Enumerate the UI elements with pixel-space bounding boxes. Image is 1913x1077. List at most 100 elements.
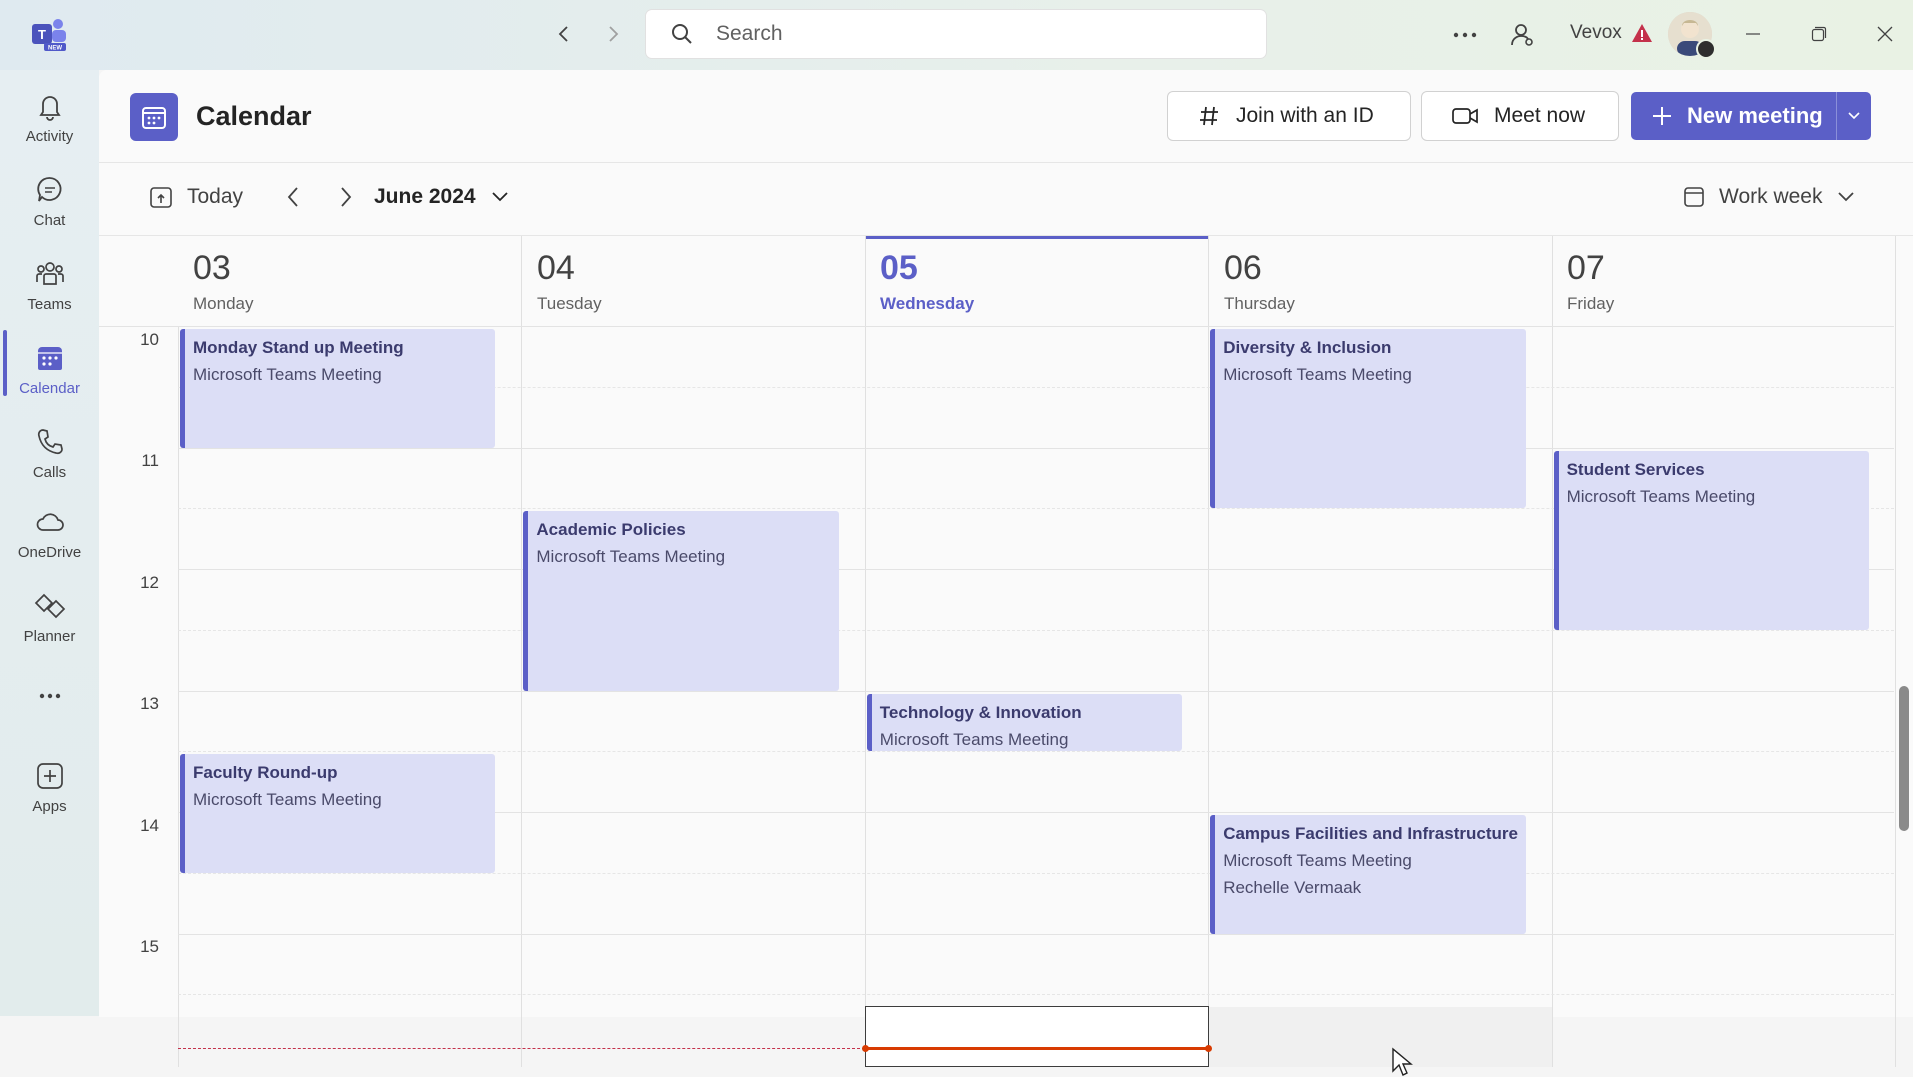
selected-slot[interactable] — [865, 1006, 1209, 1067]
day-header[interactable]: 06 Thursday — [1209, 236, 1552, 326]
search-input[interactable] — [714, 21, 1238, 47]
calendar-event[interactable]: Campus Facilities and Infrastructure Micr… — [1210, 815, 1526, 934]
calendar-event[interactable]: Student Services Microsoft Teams Meeting — [1553, 450, 1869, 630]
previous-week-button[interactable] — [283, 185, 305, 209]
calendar-event[interactable]: Faculty Round-up Microsoft Teams Meeting — [180, 754, 496, 873]
chevron-down-icon — [491, 192, 508, 202]
search-box[interactable] — [646, 10, 1266, 58]
people-icon — [1511, 24, 1533, 46]
day-header-today[interactable]: 05 Wednesday — [865, 236, 1208, 326]
past-time-shade — [1209, 1007, 1552, 1067]
hour-gridline — [99, 326, 1894, 327]
chevron-down-icon — [1848, 112, 1860, 120]
rail-label: Activity — [25, 128, 74, 145]
event-title: Diversity & Inclusion — [1223, 338, 1392, 357]
meet-now-label: Meet now — [1494, 104, 1586, 127]
bell-icon — [38, 96, 61, 121]
day-number: 03 — [193, 249, 231, 287]
calendar-event[interactable]: Technology & Innovation Microsoft Teams M… — [866, 693, 1183, 752]
rail-item-chat[interactable]: Chat — [0, 164, 99, 244]
rail-label: Calls — [32, 464, 67, 481]
meet-now-button[interactable]: Meet now — [1422, 92, 1618, 140]
day-number: 05 — [880, 249, 918, 287]
join-with-id-button[interactable]: Join with an ID — [1168, 92, 1410, 140]
day-number: 06 — [1224, 249, 1262, 287]
calendar-event[interactable]: Monday Stand up Meeting Microsoft Teams M… — [180, 329, 496, 448]
event-detail: Microsoft Teams Meeting — [193, 790, 382, 810]
current-time-line-today — [865, 1047, 1209, 1050]
column-divider — [1551, 236, 1553, 1067]
calendar-grid: 03 Monday 04 Tuesday 05 Wednesday 06 Thu… — [99, 235, 1913, 1076]
event-detail: Microsoft Teams Meeting — [1223, 851, 1412, 870]
more-options-button[interactable] — [1448, 18, 1482, 52]
plus-icon — [1653, 107, 1671, 125]
view-switcher[interactable]: Work week — [1683, 185, 1856, 209]
event-detail: Rechelle Vermaak — [1223, 878, 1362, 897]
event-title: Academic Policies — [536, 520, 686, 540]
org-name[interactable]: Vevox — [1570, 22, 1622, 44]
rail-label: OneDrive — [17, 544, 82, 561]
column-divider — [864, 236, 866, 1067]
join-with-id-label: Join with an ID — [1236, 104, 1374, 127]
new-meeting-button[interactable]: New meeting — [1631, 92, 1836, 140]
calendar-icon — [37, 347, 62, 370]
next-week-button[interactable] — [334, 185, 356, 209]
warning-icon[interactable] — [1631, 22, 1653, 44]
minimize-icon — [1746, 33, 1760, 35]
rail-label: Chat — [33, 212, 66, 229]
close-icon — [1877, 26, 1893, 42]
svg-text:T: T — [38, 27, 46, 42]
hour-label: 15 — [140, 937, 159, 956]
rail-item-onedrive[interactable]: OneDrive — [0, 496, 99, 576]
scrollbar-thumb[interactable] — [1899, 686, 1909, 831]
hour-label: 14 — [140, 816, 159, 835]
rail-item-apps[interactable]: Apps — [0, 750, 99, 830]
rail-item-calls[interactable]: Calls — [0, 416, 99, 496]
event-title: Campus Facilities and Infrastructure — [1223, 824, 1518, 843]
phone-icon — [37, 429, 63, 455]
month-picker[interactable]: June 2024 — [374, 185, 510, 209]
mouse-cursor-icon — [1392, 1047, 1413, 1076]
calendar-event[interactable]: Diversity & Inclusion Microsoft Teams Mee… — [1210, 329, 1526, 509]
calendar-header: Calendar Join with an ID Meet now New me… — [99, 70, 1913, 163]
rail-item-calendar[interactable]: Calendar — [0, 332, 99, 412]
chevron-left-icon — [287, 187, 298, 207]
teams-logo-icon[interactable]: T NEW — [30, 16, 70, 52]
view-label: Work week — [1719, 185, 1823, 208]
event-title: Faculty Round-up — [193, 763, 338, 783]
calendar-toolbar: Today June 2024 Work week — [99, 163, 1913, 235]
rail-item-more[interactable] — [0, 670, 99, 720]
minimize-button[interactable] — [1730, 14, 1776, 54]
rail-item-planner[interactable]: Planner — [0, 580, 99, 660]
restore-icon — [1811, 26, 1827, 42]
rail-item-activity[interactable]: Activity — [0, 80, 99, 160]
back-icon — [558, 26, 568, 42]
rail-label: Calendar — [19, 380, 80, 397]
half-hour-gridline — [178, 994, 1894, 996]
add-app-icon — [36, 763, 63, 789]
today-indicator — [865, 236, 1208, 239]
current-time-line — [178, 1048, 865, 1049]
app-rail: Activity Chat Teams Calendar Calls OneDr… — [0, 70, 99, 1016]
current-time-dot — [1205, 1045, 1212, 1052]
close-window-button[interactable] — [1862, 14, 1908, 54]
more-options-icon — [1453, 32, 1477, 38]
day-name: Wednesday — [880, 294, 975, 313]
day-number: 04 — [537, 249, 575, 287]
back-button[interactable] — [548, 18, 580, 50]
calendar-app-icon — [130, 93, 178, 141]
calendar-event[interactable]: Academic Policies Microsoft Teams Meeting — [523, 511, 839, 691]
rail-item-teams[interactable]: Teams — [0, 248, 99, 328]
search-icon — [672, 24, 692, 44]
event-title: Monday Stand up Meeting — [193, 338, 404, 357]
restore-button[interactable] — [1796, 14, 1842, 54]
current-time-dot — [862, 1045, 869, 1052]
new-meeting-dropdown-button[interactable] — [1836, 92, 1871, 140]
forward-button[interactable] — [597, 18, 629, 50]
today-button[interactable]: Today — [149, 185, 243, 209]
people-button[interactable] — [1505, 18, 1539, 52]
day-header[interactable]: 03 Monday — [178, 236, 521, 326]
hour-gridline — [178, 690, 1894, 692]
day-header[interactable]: 04 Tuesday — [522, 236, 865, 326]
day-header[interactable]: 07 Friday — [1552, 236, 1895, 326]
